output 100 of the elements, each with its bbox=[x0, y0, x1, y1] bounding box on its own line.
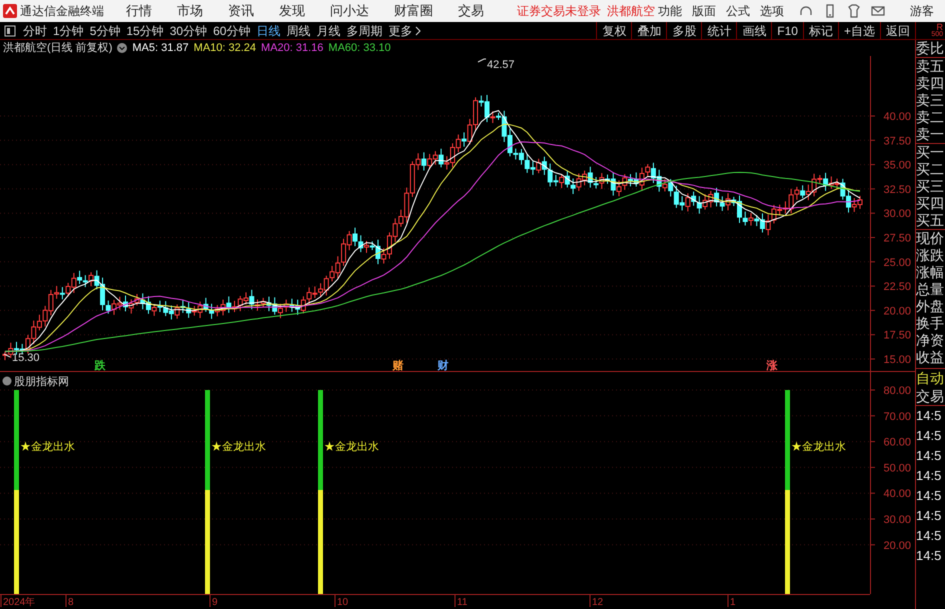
period-tab[interactable]: 5分钟 bbox=[86, 22, 124, 40]
toolbar-button[interactable]: 标记 bbox=[802, 22, 838, 39]
period-tab[interactable]: 30分钟 bbox=[166, 22, 210, 40]
trade-time: 14:5 bbox=[916, 407, 942, 425]
menu-item[interactable]: 市场 bbox=[177, 1, 203, 21]
price-tick-label: 27.50 bbox=[883, 232, 911, 244]
price-tick-label: 17.50 bbox=[883, 330, 911, 342]
price-tick-label: 32.50 bbox=[883, 184, 911, 196]
trade-time: 14:5 bbox=[916, 427, 942, 445]
chart-title: 洪都航空(日线 前复权) bbox=[3, 40, 112, 56]
quote-field-label: 买四 bbox=[916, 195, 945, 212]
quote-field-label: 涨幅 bbox=[916, 264, 945, 281]
menu-item[interactable]: 财富圈 bbox=[394, 1, 433, 21]
dropdown-icon[interactable] bbox=[2, 376, 12, 386]
quote-field-label: 卖三 bbox=[916, 92, 945, 109]
toolbar-button[interactable]: +自选 bbox=[838, 22, 880, 39]
login-notice: 证券交易未登录 bbox=[517, 3, 601, 20]
price-tick-label: 22.50 bbox=[883, 281, 911, 294]
toolbar-button[interactable]: 多股 bbox=[666, 22, 702, 39]
period-tab[interactable]: 周线 bbox=[283, 22, 314, 40]
period-tab[interactable]: 分时 bbox=[20, 22, 50, 40]
trade-time: 14:5 bbox=[916, 527, 942, 545]
quote-field-label: 卖一 bbox=[916, 126, 945, 144]
menu-item[interactable]: 问小达 bbox=[330, 1, 369, 21]
menu-item[interactable]: 发现 bbox=[279, 1, 305, 21]
quote-field-label: 卖五 bbox=[916, 58, 945, 75]
indicator-tick-label: 30.00 bbox=[883, 514, 911, 526]
quote-field-label: 买五 bbox=[916, 212, 945, 230]
period-tab[interactable]: 多周期 bbox=[343, 22, 386, 40]
user-label[interactable]: 游客 bbox=[910, 2, 934, 20]
app-title: 通达信金融终端 bbox=[20, 3, 104, 20]
indicator-tick-label: 70.00 bbox=[883, 410, 911, 423]
date-axis-label: 1 bbox=[730, 597, 736, 607]
signal-marker: 跌 bbox=[94, 360, 106, 372]
panel-toggle-icon[interactable] bbox=[4, 24, 16, 36]
indicator-title: 股朋指标网 bbox=[14, 376, 69, 388]
period-tab[interactable]: 1分钟 bbox=[50, 22, 87, 40]
quote-field-label: 买二 bbox=[916, 161, 945, 178]
menu-item[interactable]: 公式 bbox=[726, 2, 750, 20]
toolbar-button[interactable]: 画线 bbox=[736, 22, 772, 39]
moving-average-legend: MA5: 31.87 bbox=[132, 40, 189, 56]
quote-field-label: 涨跌 bbox=[916, 247, 945, 264]
menu-item[interactable]: 功能 bbox=[658, 2, 682, 20]
signal-marker: 财 bbox=[438, 360, 448, 372]
menu-item[interactable]: 选项 bbox=[760, 2, 784, 20]
price-tick-label: 20.00 bbox=[883, 305, 911, 318]
date-axis-label: 2024年 bbox=[3, 597, 36, 607]
menu-item[interactable]: 版面 bbox=[692, 2, 716, 20]
signal-marker: 涨 bbox=[766, 360, 778, 372]
date-axis-label: 8 bbox=[68, 597, 74, 607]
signal-label: ★金龙出水 bbox=[20, 441, 75, 453]
price-tick-label: 25.00 bbox=[883, 256, 911, 269]
date-axis-label: 10 bbox=[337, 597, 348, 607]
menu-item[interactable]: 行情 bbox=[126, 1, 152, 21]
trade-time: 14:5 bbox=[916, 507, 942, 525]
chevron-right-icon[interactable] bbox=[415, 26, 422, 36]
signal-marker: 赌 bbox=[392, 360, 404, 372]
quote-field-label: 委比 bbox=[916, 40, 945, 58]
signal-label: ★金龙出水 bbox=[211, 441, 266, 453]
moving-average-legend: MA60: 33.10 bbox=[328, 40, 391, 56]
period-tab[interactable]: 月线 bbox=[313, 22, 344, 40]
moving-average-legend: MA10: 32.24 bbox=[194, 40, 256, 56]
quote-field-label: 买一 bbox=[916, 144, 945, 161]
low-price-annotation: 15.30 bbox=[4, 352, 40, 364]
price-tick-label: 35.00 bbox=[883, 160, 911, 172]
trade-time: 14:5 bbox=[916, 447, 942, 465]
indicator-tick-label: 20.00 bbox=[883, 540, 911, 552]
date-axis-label: 12 bbox=[592, 597, 604, 607]
app-logo-icon bbox=[3, 4, 17, 18]
quote-field-label: 卖二 bbox=[916, 109, 945, 126]
moving-average-legend: MA20: 31.16 bbox=[261, 40, 324, 56]
period-tab[interactable]: 60分钟 bbox=[210, 22, 254, 40]
menu-item[interactable]: 资讯 bbox=[228, 1, 254, 21]
quote-field-label: 买三 bbox=[916, 178, 945, 195]
signal-label: ★金龙出水 bbox=[791, 441, 846, 453]
quote-field-label: 净资 bbox=[916, 332, 945, 349]
stock-name: 洪都航空 bbox=[607, 3, 655, 20]
dropdown-icon[interactable] bbox=[117, 43, 128, 53]
price-tick-label: 15.00 bbox=[883, 354, 911, 366]
trade-tab[interactable]: 交易 bbox=[916, 387, 945, 406]
toolbar-button[interactable]: 叠加 bbox=[631, 22, 666, 39]
period-tab[interactable]: 日线 bbox=[253, 22, 284, 40]
toolbar-button[interactable]: 统计 bbox=[701, 22, 736, 39]
quote-field-label: 卖四 bbox=[916, 75, 945, 92]
date-axis-label: 11 bbox=[457, 597, 468, 607]
quote-field-label: 总量 bbox=[916, 281, 945, 298]
menu-item[interactable]: 交易 bbox=[458, 1, 484, 21]
period-tab[interactable]: 更多 bbox=[385, 22, 416, 40]
shirt-icon[interactable] bbox=[846, 3, 862, 19]
toolbar-button[interactable]: F10 bbox=[771, 22, 803, 39]
trade-time: 14:5 bbox=[916, 467, 942, 485]
indicator-tick-label: 50.00 bbox=[883, 462, 911, 474]
quote-field-label: 收益 bbox=[916, 349, 945, 366]
auto-trade-tab[interactable]: 自动 bbox=[916, 368, 945, 387]
indicator-tick-label: 80.00 bbox=[883, 385, 911, 397]
indicator-tick-label: 40.00 bbox=[883, 488, 911, 500]
high-price-annotation: 42.57 bbox=[478, 58, 515, 71]
toolbar-button[interactable]: 复权 bbox=[596, 22, 632, 39]
period-tab[interactable]: 15分钟 bbox=[123, 22, 167, 40]
toolbar-button[interactable]: 返回 bbox=[880, 22, 915, 39]
